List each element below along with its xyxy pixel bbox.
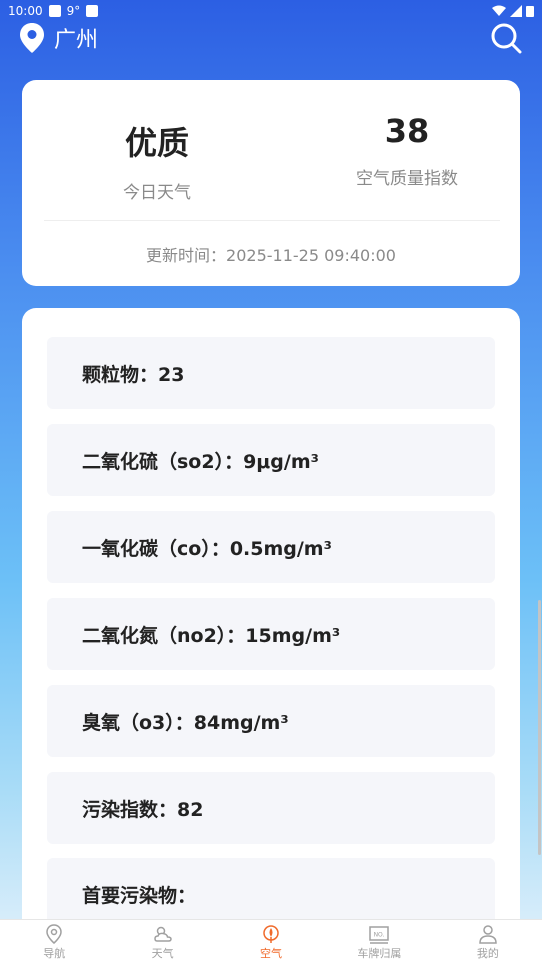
list-item: 污染指数：82 bbox=[47, 772, 495, 844]
svg-text:NO.: NO. bbox=[374, 932, 385, 939]
summary-card: 优质 今日天气 38 空气质量指数 更新时间：2025-11-25 09:40:… bbox=[22, 80, 520, 286]
tab-label: 我的 bbox=[476, 947, 499, 960]
tab-bar: 导航 天气 空气 NO. 车牌归属 我的 bbox=[0, 919, 542, 964]
tab-label: 空气 bbox=[260, 947, 283, 960]
tab-label: 车牌归属 bbox=[357, 947, 402, 960]
wifi-icon bbox=[492, 5, 506, 16]
license-plate-icon: NO. bbox=[369, 926, 390, 944]
location-pin-icon[interactable] bbox=[20, 23, 44, 53]
divider bbox=[44, 220, 500, 221]
list-item: 二氧化硫（so2）：9μg/m³ bbox=[47, 424, 495, 496]
quality-metric: 优质 今日天气 bbox=[82, 118, 232, 203]
tab-label: 导航 bbox=[43, 947, 66, 960]
tab-weather[interactable]: 天气 bbox=[108, 920, 216, 964]
app-icon bbox=[86, 5, 99, 17]
aqi-value: 38 bbox=[384, 112, 430, 150]
battery-icon bbox=[526, 6, 534, 17]
tab-navigation[interactable]: 导航 bbox=[0, 920, 108, 964]
location-pin-icon bbox=[46, 924, 62, 944]
search-icon[interactable] bbox=[490, 22, 522, 54]
tab-profile[interactable]: 我的 bbox=[434, 920, 542, 964]
status-temp: 9° bbox=[66, 4, 81, 18]
pollutant-list: 颗粒物：23 二氧化硫（so2）：9μg/m³ 一氧化碳（co）：0.5mg/m… bbox=[22, 308, 520, 948]
status-bar: 10:00 9° bbox=[0, 0, 542, 22]
aqi-metric: 38 空气质量指数 bbox=[312, 112, 502, 189]
quality-value: 优质 bbox=[124, 124, 189, 162]
tab-license-plate[interactable]: NO. 车牌归属 bbox=[325, 920, 433, 964]
user-icon bbox=[479, 925, 497, 944]
status-time: 10:00 bbox=[8, 4, 43, 18]
tab-label: 天气 bbox=[151, 947, 174, 960]
signal-icon bbox=[510, 5, 522, 17]
header: 广州 bbox=[0, 20, 542, 56]
tab-air[interactable]: 空气 bbox=[217, 920, 325, 964]
scrollbar[interactable] bbox=[538, 600, 541, 855]
quality-label: 今日天气 bbox=[123, 183, 191, 203]
weather-icon bbox=[153, 926, 172, 942]
list-item: 二氧化氮（no2）：15mg/m³ bbox=[47, 598, 495, 670]
aqi-label: 空气质量指数 bbox=[356, 169, 458, 189]
list-item: 颗粒物：23 bbox=[47, 337, 495, 409]
city-name[interactable]: 广州 bbox=[54, 22, 98, 54]
list-item: 臭氧（o3）：84mg/m³ bbox=[47, 685, 495, 757]
list-item: 一氧化碳（co）：0.5mg/m³ bbox=[47, 511, 495, 583]
notification-icon bbox=[48, 5, 61, 17]
update-time: 更新时间：2025-11-25 09:40:00 bbox=[146, 246, 396, 265]
air-icon bbox=[263, 925, 279, 943]
